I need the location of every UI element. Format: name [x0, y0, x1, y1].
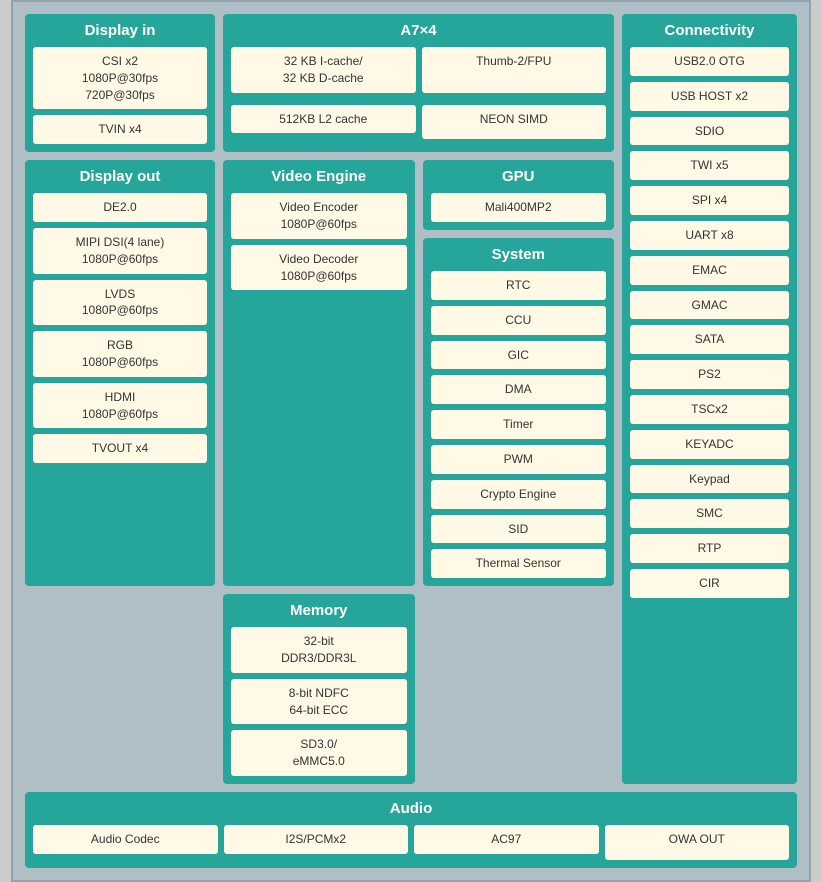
display-out-cards: DE2.0 MIPI DSI(4 lane)1080P@60fps LVDS10…	[33, 193, 207, 463]
card-i2s: I2S/PCMx2	[224, 825, 409, 854]
card-twi: TWI x5	[630, 151, 789, 180]
card-rtp: RTP	[630, 534, 789, 563]
card-spi: SPI x4	[630, 186, 789, 215]
card-video-decoder: Video Decoder1080P@60fps	[231, 245, 407, 291]
card-cir: CIR	[630, 569, 789, 598]
video-engine-section: Video Engine Video Encoder1080P@60fps Vi…	[223, 160, 415, 586]
card-usb20otg: USB2.0 OTG	[630, 47, 789, 76]
card-gic: GIC	[431, 341, 607, 370]
card-emac: EMAC	[630, 256, 789, 285]
display-in-cards: CSI x21080P@30fps720P@30fps TVIN x4	[33, 47, 207, 144]
card-csi: CSI x21080P@30fps720P@30fps	[33, 47, 207, 109]
card-ccu: CCU	[431, 306, 607, 335]
gpu-system-col: GPU Mali400MP2 System RTC CCU GIC DMA Ti…	[423, 160, 615, 586]
connectivity-cards: USB2.0 OTG USB HOST x2 SDIO TWI x5 SPI x…	[630, 47, 789, 598]
card-timer: Timer	[431, 410, 607, 439]
card-gmac: GMAC	[630, 291, 789, 320]
card-sid: SID	[431, 515, 607, 544]
card-smc: SMC	[630, 499, 789, 528]
video-engine-cards: Video Encoder1080P@60fps Video Decoder10…	[231, 193, 407, 290]
card-audio-codec: Audio Codec	[33, 825, 218, 854]
memory-title: Memory	[231, 602, 407, 619]
a7x4-cards: 32 KB I-cache/32 KB D-cache Thumb-2/FPU …	[231, 47, 606, 139]
gpu-title: GPU	[431, 168, 607, 185]
card-sdio: SDIO	[630, 117, 789, 146]
card-tvout: TVOUT x4	[33, 434, 207, 463]
card-ndfc: 8-bit NDFC64-bit ECC	[231, 679, 407, 725]
card-ps2: PS2	[630, 360, 789, 389]
card-crypto: Crypto Engine	[431, 480, 607, 509]
system-cards: RTC CCU GIC DMA Timer PWM Crypto Engine …	[431, 271, 607, 578]
card-uart: UART x8	[630, 221, 789, 250]
memory-section: Memory 32-bitDDR3/DDR3L 8-bit NDFC64-bit…	[223, 594, 415, 784]
display-out-section: Display out DE2.0 MIPI DSI(4 lane)1080P@…	[25, 160, 215, 586]
card-neon: NEON SIMD	[422, 105, 607, 140]
card-icache: 32 KB I-cache/32 KB D-cache	[231, 47, 416, 93]
audio-section: Audio Audio Codec I2S/PCMx2 AC97 OWA OUT	[25, 792, 797, 868]
card-lvds: LVDS1080P@60fps	[33, 280, 207, 326]
audio-row: Audio Audio Codec I2S/PCMx2 AC97 OWA OUT	[25, 792, 797, 868]
system-section: System RTC CCU GIC DMA Timer PWM Crypto …	[423, 238, 615, 586]
card-thermal: Thermal Sensor	[431, 549, 607, 578]
card-owa: OWA OUT	[605, 825, 790, 860]
a7x4-title: A7×4	[231, 22, 606, 39]
card-keyadc: KEYADC	[630, 430, 789, 459]
card-sata: SATA	[630, 325, 789, 354]
card-thumb2fpu: Thumb-2/FPU	[422, 47, 607, 93]
connectivity-title: Connectivity	[630, 22, 789, 39]
card-tscx2: TSCx2	[630, 395, 789, 424]
display-in-title: Display in	[33, 22, 207, 39]
card-l2cache: 512KB L2 cache	[231, 105, 416, 134]
card-mali: Mali400MP2	[431, 193, 607, 222]
card-tvin: TVIN x4	[33, 115, 207, 144]
system-title: System	[431, 246, 607, 263]
card-ac97: AC97	[414, 825, 599, 854]
card-mipi: MIPI DSI(4 lane)1080P@60fps	[33, 228, 207, 274]
gpu-section: GPU Mali400MP2	[423, 160, 615, 230]
card-keypad: Keypad	[630, 465, 789, 494]
diagram: Display in CSI x21080P@30fps720P@30fps T…	[11, 0, 811, 882]
card-sd30: SD3.0/eMMC5.0	[231, 730, 407, 776]
memory-cards: 32-bitDDR3/DDR3L 8-bit NDFC64-bit ECC SD…	[231, 627, 407, 776]
connectivity-section: Connectivity USB2.0 OTG USB HOST x2 SDIO…	[622, 14, 797, 784]
card-rtc: RTC	[431, 271, 607, 300]
audio-title: Audio	[33, 800, 789, 817]
card-video-encoder: Video Encoder1080P@60fps	[231, 193, 407, 239]
card-pwm: PWM	[431, 445, 607, 474]
a7x4-section: A7×4 32 KB I-cache/32 KB D-cache Thumb-2…	[223, 14, 614, 152]
card-hdmi: HDMI1080P@60fps	[33, 383, 207, 429]
card-rgb: RGB1080P@60fps	[33, 331, 207, 377]
card-dma: DMA	[431, 375, 607, 404]
display-out-title: Display out	[33, 168, 207, 185]
display-in-section: Display in CSI x21080P@30fps720P@30fps T…	[25, 14, 215, 152]
card-ddr3: 32-bitDDR3/DDR3L	[231, 627, 407, 673]
card-usbhost: USB HOST x2	[630, 82, 789, 111]
card-de2: DE2.0	[33, 193, 207, 222]
audio-cards: Audio Codec I2S/PCMx2 AC97 OWA OUT	[33, 825, 789, 860]
video-engine-title: Video Engine	[231, 168, 407, 185]
